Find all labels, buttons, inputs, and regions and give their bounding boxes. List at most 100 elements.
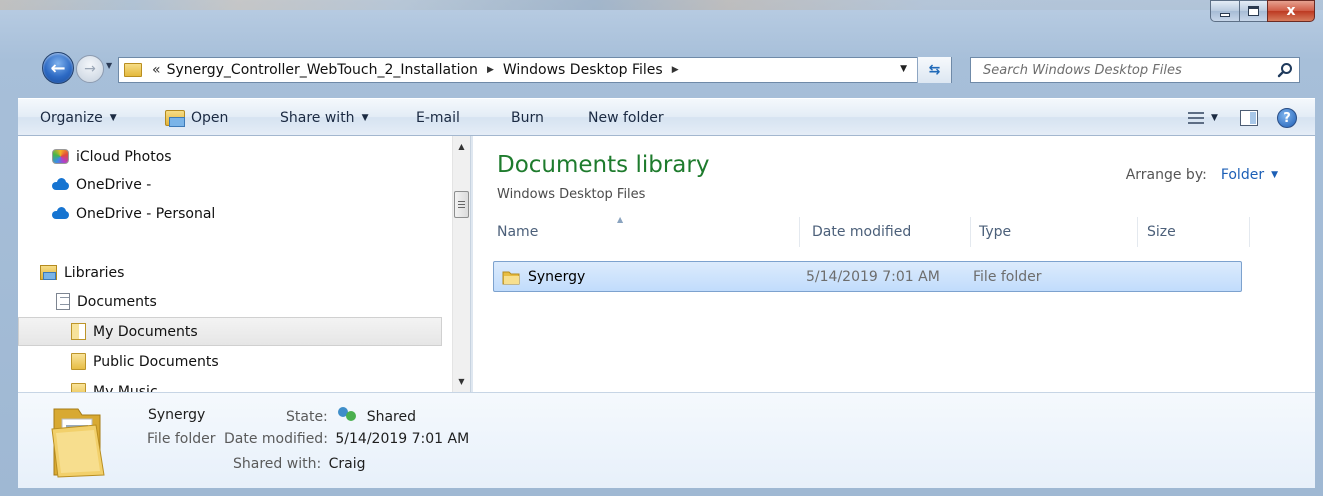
recent-pages-dropdown[interactable]: ▼ bbox=[106, 61, 112, 70]
search-input[interactable] bbox=[971, 62, 1271, 78]
maximize-icon bbox=[1248, 6, 1259, 16]
sidebar-item-label: Libraries bbox=[64, 264, 125, 281]
sidebar-item-my-music[interactable]: My Music bbox=[71, 377, 158, 392]
scroll-down-button[interactable]: ▼ bbox=[453, 373, 470, 390]
email-label: E-mail bbox=[416, 110, 460, 126]
details-shared-line: Shared with: Craig bbox=[233, 456, 366, 472]
minimize-icon bbox=[1220, 13, 1230, 17]
scroll-up-button[interactable]: ▲ bbox=[453, 138, 470, 155]
preview-pane-button[interactable] bbox=[1240, 99, 1258, 137]
search-icon[interactable] bbox=[1271, 58, 1299, 82]
document-icon bbox=[56, 293, 70, 310]
refresh-icon: ⇆ bbox=[928, 62, 941, 78]
grip-icon bbox=[458, 201, 465, 208]
address-bar[interactable]: « Synergy_Controller_WebTouch_2_Installa… bbox=[118, 57, 952, 83]
content-area: iCloud Photos OneDrive - OneDrive - Pers… bbox=[18, 136, 1315, 392]
library-title: Documents library bbox=[497, 152, 710, 178]
back-button[interactable]: ← bbox=[42, 52, 74, 84]
file-date-modified: 5/14/2019 7:01 AM bbox=[806, 268, 940, 285]
column-header-name[interactable]: Name bbox=[491, 217, 800, 247]
sidebar-item-onedrive[interactable]: OneDrive - bbox=[52, 170, 151, 199]
sidebar-item-label: OneDrive - Personal bbox=[76, 205, 216, 222]
icloud-photos-icon bbox=[52, 149, 69, 164]
refresh-button[interactable]: ⇆ bbox=[917, 57, 951, 83]
minimize-button[interactable] bbox=[1210, 0, 1239, 22]
details-kind: File folder bbox=[147, 431, 216, 447]
date-modified-value: 5/14/2019 7:01 AM bbox=[335, 431, 470, 447]
sidebar-item-public-documents[interactable]: Public Documents bbox=[71, 347, 219, 376]
state-value: Shared bbox=[366, 409, 416, 425]
sidebar-item-my-documents[interactable]: My Documents bbox=[18, 317, 442, 346]
sidebar-item-onedrive-personal[interactable]: OneDrive - Personal bbox=[52, 199, 215, 228]
email-button[interactable]: E-mail bbox=[416, 99, 460, 137]
sidebar-item-label: iCloud Photos bbox=[76, 148, 172, 165]
column-header-size[interactable]: Size bbox=[1138, 217, 1250, 247]
file-name-cell: Synergy bbox=[502, 262, 585, 291]
burn-label: Burn bbox=[511, 110, 544, 126]
arrange-by-label: Arrange by: bbox=[1125, 167, 1207, 183]
folder-icon bbox=[71, 383, 86, 392]
close-icon: x bbox=[1286, 3, 1296, 19]
shared-with-label: Shared with: bbox=[233, 456, 322, 472]
chevron-down-icon: ▼ bbox=[361, 113, 369, 123]
shared-with-value: Craig bbox=[328, 456, 366, 472]
large-folder-icon bbox=[51, 408, 105, 478]
window-controls: x bbox=[1210, 0, 1315, 24]
new-folder-label: New folder bbox=[588, 110, 664, 126]
forward-arrow-icon: → bbox=[84, 61, 96, 77]
sidebar-item-label: OneDrive - bbox=[76, 176, 152, 193]
views-icon bbox=[1188, 112, 1204, 124]
sidebar-item-label: Public Documents bbox=[93, 353, 219, 370]
shared-users-icon bbox=[338, 407, 358, 423]
table-row[interactable]: Synergy 5/14/2019 7:01 AM File folder bbox=[493, 261, 1242, 292]
address-dropdown-icon[interactable]: ▼ bbox=[900, 64, 907, 74]
breadcrumb-separator-icon[interactable]: ▶ bbox=[487, 65, 494, 75]
folder-icon bbox=[502, 271, 520, 284]
change-view-button[interactable]: ▼ bbox=[1188, 99, 1218, 137]
folder-icon bbox=[124, 63, 142, 77]
burn-button[interactable]: Burn bbox=[511, 99, 544, 137]
organize-label: Organize bbox=[40, 110, 103, 126]
sidebar-item-icloud-photos[interactable]: iCloud Photos bbox=[52, 142, 172, 171]
help-button[interactable]: ? bbox=[1277, 99, 1297, 137]
breadcrumb-item[interactable]: Windows Desktop Files bbox=[503, 62, 663, 78]
chevron-down-icon: ▼ bbox=[1211, 113, 1218, 123]
chevron-down-icon[interactable]: ▼ bbox=[1271, 170, 1278, 180]
scrollbar-thumb[interactable] bbox=[454, 191, 469, 218]
chevron-down-icon: ▼ bbox=[109, 113, 117, 123]
forward-button[interactable]: → bbox=[76, 55, 104, 83]
navigation-pane[interactable]: iCloud Photos OneDrive - OneDrive - Pers… bbox=[18, 136, 470, 392]
library-subtitle: Windows Desktop Files bbox=[497, 187, 646, 202]
file-name: Synergy bbox=[528, 268, 586, 285]
open-button[interactable]: Open bbox=[165, 99, 228, 137]
arrange-by-dropdown[interactable]: Folder bbox=[1221, 167, 1264, 183]
onedrive-icon bbox=[52, 177, 69, 192]
details-pane: Synergy State: Shared File folder Date m… bbox=[18, 392, 1315, 488]
search-box bbox=[970, 57, 1300, 83]
sidebar-item-label: Documents bbox=[77, 293, 157, 310]
explorer-window: x ← → ▼ « Synergy_Controller_WebTouch_2_… bbox=[0, 0, 1323, 496]
share-with-button[interactable]: Share with ▼ bbox=[280, 99, 368, 137]
breadcrumb-separator-icon[interactable]: ▶ bbox=[672, 65, 679, 75]
sidebar-item-documents[interactable]: Documents bbox=[56, 287, 157, 316]
details-date-line: File folder Date modified: 5/14/2019 7:0… bbox=[147, 431, 469, 447]
breadcrumb-item[interactable]: Synergy_Controller_WebTouch_2_Installati… bbox=[167, 62, 478, 78]
details-name: Synergy bbox=[148, 407, 206, 423]
column-headers: Name ▲ Date modified Type Size bbox=[473, 215, 1315, 247]
column-header-date-modified[interactable]: Date modified bbox=[800, 217, 971, 247]
open-label: Open bbox=[191, 110, 229, 126]
details-state: State: Shared bbox=[286, 407, 416, 425]
new-folder-button[interactable]: New folder bbox=[588, 99, 664, 137]
close-button[interactable]: x bbox=[1267, 0, 1315, 22]
sort-ascending-icon: ▲ bbox=[617, 215, 624, 224]
sidebar-item-libraries[interactable]: Libraries bbox=[40, 258, 124, 287]
libraries-icon bbox=[40, 265, 57, 280]
open-folder-icon bbox=[165, 110, 185, 127]
organize-button[interactable]: Organize ▼ bbox=[40, 99, 117, 137]
sidebar-scrollbar[interactable]: ▲ ▼ bbox=[452, 136, 470, 392]
breadcrumb-overflow-button[interactable]: « bbox=[152, 62, 161, 78]
navigation-row: ← → ▼ « Synergy_Controller_WebTouch_2_In… bbox=[0, 52, 1323, 92]
column-header-type[interactable]: Type bbox=[971, 217, 1138, 247]
sidebar-item-label: My Music bbox=[93, 383, 158, 393]
maximize-button[interactable] bbox=[1239, 0, 1267, 22]
